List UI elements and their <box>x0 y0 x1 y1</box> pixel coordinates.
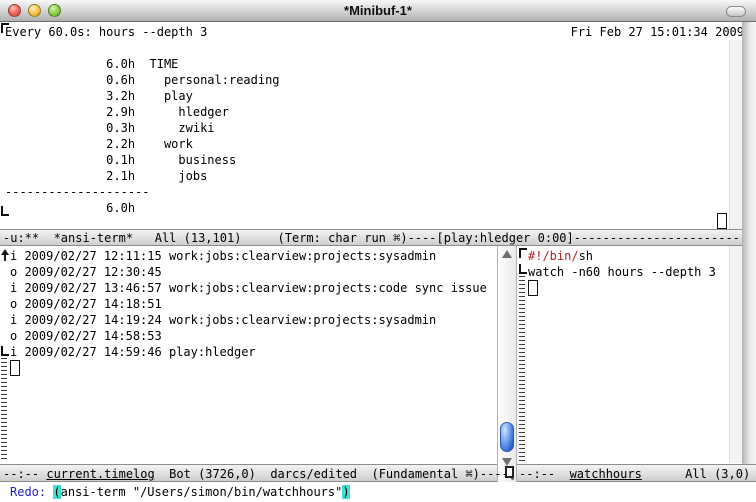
titlebar: *Minibuf-1* <box>0 0 756 22</box>
scroll-above-indicator-stem-icon <box>4 255 6 261</box>
shebang-interpreter: sh <box>579 249 593 263</box>
modeline-watchhours-status: All (3,0) <box>642 467 750 481</box>
modeline-timelog-status: Bot (3726,0) darcs/edited (Fundamental ⌘… <box>155 467 516 481</box>
timelog-empty-lines-icon <box>1 358 7 462</box>
shebang-highlight: #!/bin/ <box>528 249 579 263</box>
minibuffer-text: Redo: (ansi-term "/Users/simon/bin/watch… <box>0 482 756 500</box>
minibuffer[interactable]: Redo: (ansi-term "/Users/simon/bin/watch… <box>0 482 756 502</box>
script-scrollbar-track[interactable] <box>729 246 743 463</box>
watch-command-text: Every 60.0s: hours --depth 3 <box>5 24 207 40</box>
zoom-button[interactable] <box>48 4 61 17</box>
buffer-bottom-indicator-icon <box>1 206 9 216</box>
minibuffer-command: ansi-term "/Users/simon/bin/watchhours" <box>61 485 343 499</box>
script-buffer-top-icon <box>519 248 527 258</box>
modeline-timelog-text: --:-- current.timelog Bot (3726,0) darcs… <box>0 465 497 482</box>
timelog-entries: i 2009/02/27 12:11:15 work:jobs:clearvie… <box>0 246 497 360</box>
timelog-scrollbar[interactable] <box>497 246 517 482</box>
ansi-term-pane[interactable]: Every 60.0s: hours --depth 3 Fri Feb 27 … <box>0 22 756 229</box>
modeline-watchhours-buffer-name[interactable]: watchhours <box>570 467 642 481</box>
modeline-timelog-buffer-name[interactable]: current.timelog <box>46 467 154 481</box>
minibuffer-prompt: Redo: <box>10 485 53 499</box>
window-title: *Minibuf-1* <box>0 0 756 22</box>
modeline-timelog-flags: --:-- <box>3 467 46 481</box>
term-scrollbar-track[interactable] <box>729 40 743 229</box>
script-empty-lines-icon <box>519 276 525 462</box>
emacs-frame: *Minibuf-1* Every 60.0s: hours --depth 3… <box>0 0 756 502</box>
script-hollow-cursor <box>528 280 538 296</box>
modeline-ansi-term: -u:** *ansi-term* All (13,101) (Term: ch… <box>0 229 756 246</box>
modeline-ansi-term-text: -u:** *ansi-term* All (13,101) (Term: ch… <box>0 230 756 246</box>
minimize-button[interactable] <box>28 4 41 17</box>
window-controls <box>8 4 61 17</box>
close-button[interactable] <box>8 4 21 17</box>
watch-line: watch -n60 hours --depth 3 <box>528 265 716 279</box>
modeline-watchhours-flags: --:-- <box>519 467 570 481</box>
scrollbar-down-arrow[interactable] <box>502 458 512 466</box>
timelog-buffer-end-icon <box>1 346 9 356</box>
timelog-hollow-cursor <box>10 360 20 376</box>
modeline-timelog: --:-- current.timelog Bot (3726,0) darcs… <box>0 464 497 482</box>
open-paren-highlight: ( <box>53 485 60 499</box>
timelog-pane[interactable]: i 2009/02/27 12:11:15 work:jobs:clearvie… <box>0 246 497 464</box>
buffer-top-indicator-icon <box>1 23 9 33</box>
watchhours-script: #!/bin/sh watch -n60 hours --depth 3 <box>517 246 756 280</box>
modeline-watchhours: --:-- watchhours All (3,0) <box>517 464 756 482</box>
toolbar-toggle-button[interactable] <box>726 6 746 17</box>
hours-report: 6.0h TIME 0.6h personal:reading 3.2h pla… <box>0 40 756 216</box>
watchhours-pane[interactable]: #!/bin/sh watch -n60 hours --depth 3 <box>517 246 756 464</box>
term-hollow-cursor <box>717 213 727 229</box>
close-paren-highlight: ) <box>342 485 349 499</box>
window-right-edge <box>742 22 756 482</box>
modeline-gap-box <box>505 466 514 478</box>
script-buffer-end-icon <box>519 264 527 274</box>
watch-timestamp: Fri Feb 27 15:01:34 2009 <box>571 24 744 40</box>
modeline-watchhours-text: --:-- watchhours All (3,0) <box>517 465 756 482</box>
watch-header: Every 60.0s: hours --depth 3 Fri Feb 27 … <box>0 22 756 40</box>
scrollbar-thumb[interactable] <box>500 422 514 452</box>
scrollbar-up-arrow[interactable] <box>502 250 512 258</box>
